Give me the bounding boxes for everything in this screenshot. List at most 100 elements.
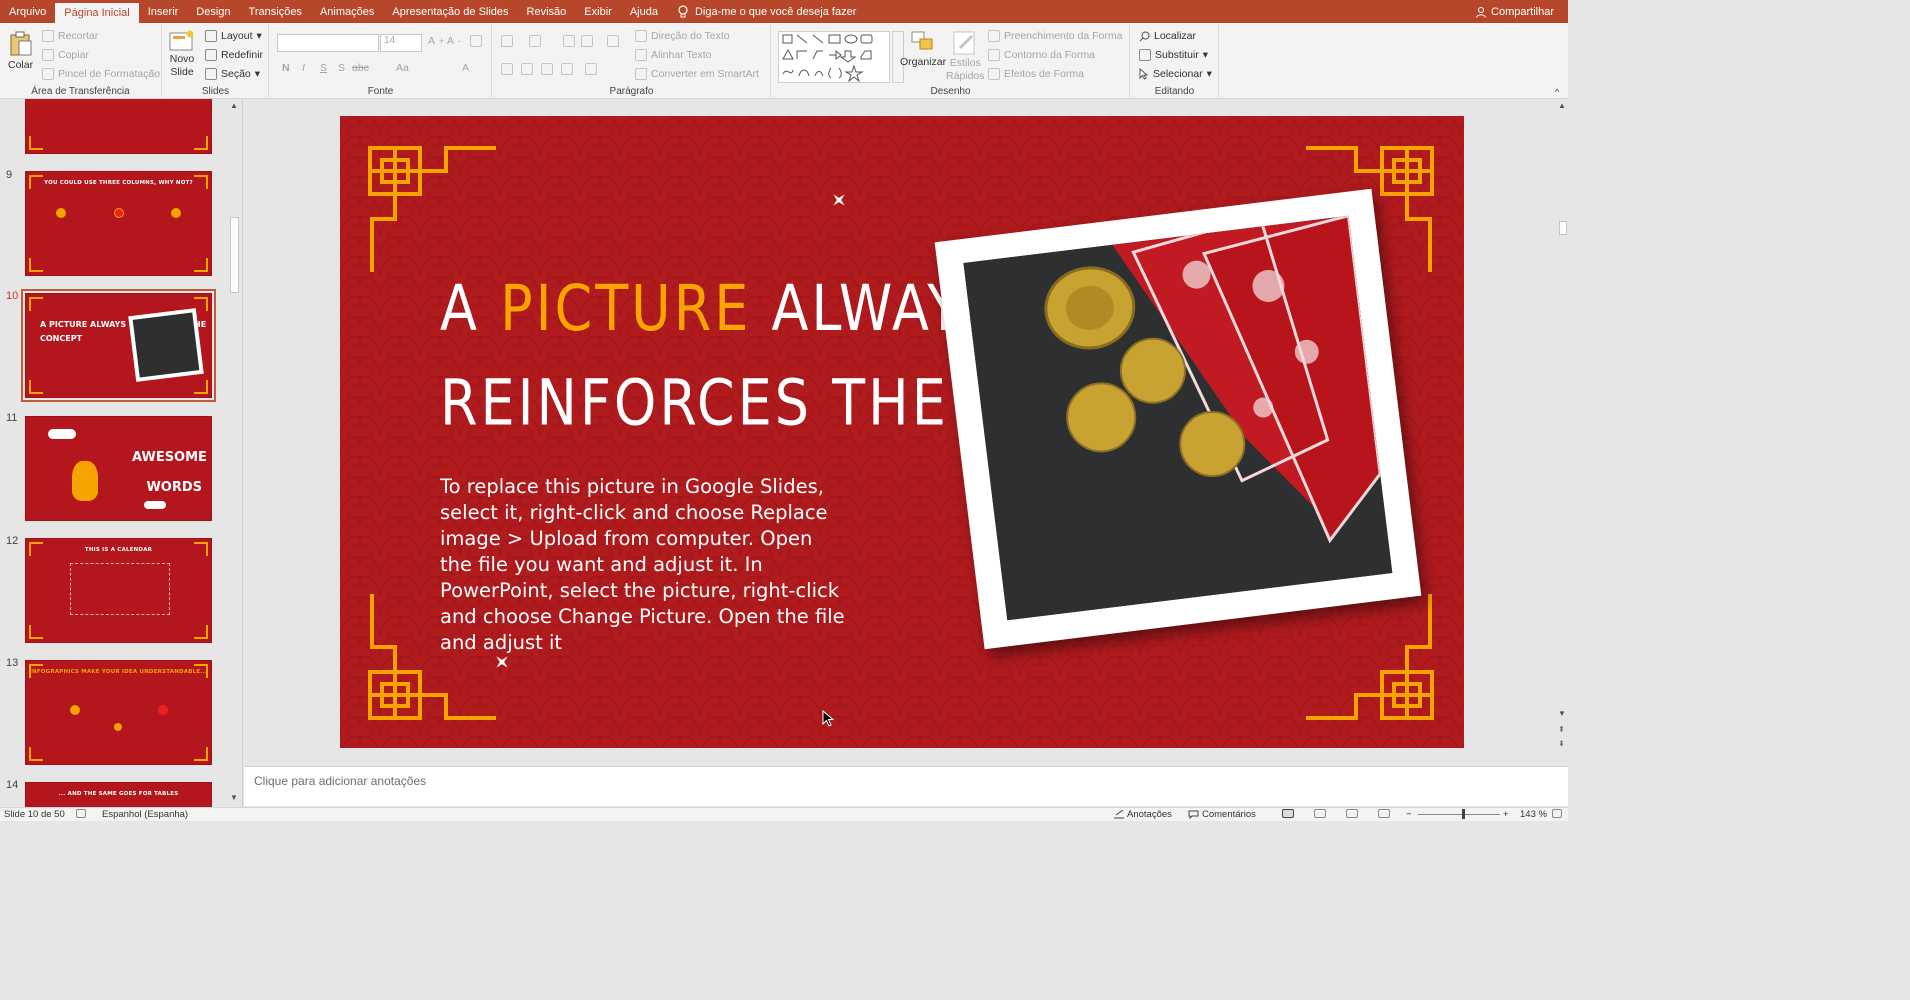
reading-view-button[interactable]	[1346, 809, 1358, 818]
columns-button[interactable]	[585, 63, 597, 75]
zoom-out-button[interactable]: −	[1406, 809, 1412, 820]
italic-button[interactable]: I	[302, 62, 305, 74]
fit-slide-button[interactable]	[1552, 809, 1562, 818]
numbering-button[interactable]	[529, 35, 541, 47]
align-left-button[interactable]	[501, 63, 513, 75]
zoom-slider[interactable]	[1418, 814, 1500, 815]
previous-slide-button[interactable]: ⇞	[1558, 725, 1565, 734]
align-right-button[interactable]	[541, 63, 553, 75]
tab-review[interactable]: Revisão	[518, 0, 576, 23]
bold-button[interactable]: N	[282, 62, 290, 74]
shrink-font-button[interactable]: A-	[447, 35, 461, 47]
select-button[interactable]: Selecionar ▾	[1139, 68, 1212, 80]
slide-sorter-button[interactable]	[1314, 809, 1326, 818]
increase-indent-button[interactable]	[581, 35, 593, 47]
font-size-combo[interactable]: 14	[380, 34, 422, 52]
tab-help[interactable]: Ajuda	[621, 0, 667, 23]
tab-home[interactable]: Página Inicial	[55, 1, 139, 23]
spellcheck-icon[interactable]	[76, 809, 86, 818]
slide-thumbnail-11[interactable]: AWESOME WORDS	[25, 416, 212, 521]
decrease-indent-button[interactable]	[563, 35, 575, 47]
bullets-button[interactable]	[501, 35, 513, 47]
zoom-in-button[interactable]: +	[1503, 809, 1509, 820]
tab-file[interactable]: Arquivo	[0, 0, 55, 23]
ornament-corner	[194, 664, 208, 678]
slide-thumbnail-14[interactable]: ... AND THE SAME GOES FOR TABLES	[25, 782, 212, 807]
shapes-gallery[interactable]	[778, 31, 890, 83]
notes-pane[interactable]: Clique para adicionar anotações	[244, 766, 1568, 806]
justify-button[interactable]	[561, 63, 573, 75]
tab-slideshow[interactable]: Apresentação de Slides	[383, 0, 517, 23]
section-label: Seção	[221, 68, 251, 80]
slide-thumbnail-10[interactable]: A PICTURE ALWAYS REINFORCES THE CONCEPT	[21, 289, 216, 402]
mouse-cursor-icon	[822, 710, 834, 727]
paste-button[interactable]: Colar	[8, 31, 33, 71]
text-direction-button[interactable]: Direção do Texto	[635, 30, 730, 42]
cut-button[interactable]: Recortar	[42, 30, 98, 42]
slide-thumbnail-8[interactable]	[25, 99, 212, 154]
slide-thumbnail-9[interactable]: YOU COULD USE THREE COLUMNS, WHY NOT?	[25, 171, 212, 276]
zoom-slider-thumb[interactable]	[1462, 809, 1465, 819]
smartart-button[interactable]: Converter em SmartArt	[635, 68, 759, 80]
shape-effects-button[interactable]: Efeitos de Forma	[988, 68, 1084, 80]
zoom-level[interactable]: 143 %	[1520, 809, 1547, 820]
tab-view[interactable]: Exibir	[575, 0, 621, 23]
arrange-icon	[911, 31, 933, 50]
share-button[interactable]: Compartilhar	[1475, 0, 1568, 23]
tab-design[interactable]: Design	[187, 0, 239, 23]
scroll-down-arrow[interactable]: ▼	[230, 793, 238, 802]
align-text-button[interactable]: Alinhar Texto	[635, 49, 712, 61]
strikethrough-button[interactable]: abc	[352, 62, 369, 74]
notes-toggle-button[interactable]: Anotações	[1114, 809, 1172, 820]
reset-icon	[205, 49, 217, 61]
next-slide-button[interactable]: ⇟	[1558, 739, 1565, 748]
copy-button[interactable]: Copiar	[42, 49, 89, 61]
font-family-combo[interactable]	[277, 34, 379, 52]
comments-button[interactable]: Comentários	[1188, 809, 1256, 820]
layout-button[interactable]: Layout ▾	[205, 30, 262, 42]
quick-styles-button[interactable]: Estilos Rápidos	[946, 30, 985, 82]
underline-button[interactable]: S	[320, 62, 327, 74]
scrollbar-thumb[interactable]	[230, 217, 239, 293]
slide-thumbnail-12[interactable]: THIS IS A CALENDAR	[25, 538, 212, 643]
replace-button[interactable]: Substituir ▾	[1139, 49, 1208, 61]
slide-scrollbar[interactable]: ▲ ▼ ⇞ ⇟	[1557, 99, 1568, 765]
line-spacing-button[interactable]	[607, 35, 619, 47]
slideshow-button[interactable]	[1378, 809, 1390, 818]
corner-ornament-bottom-right	[1306, 594, 1434, 720]
tab-animations[interactable]: Animações	[311, 0, 383, 23]
section-button[interactable]: Seção ▾	[205, 68, 260, 80]
normal-view-button[interactable]	[1282, 809, 1294, 818]
scroll-up-arrow[interactable]: ▲	[230, 101, 238, 110]
quick-styles-icon	[953, 31, 975, 55]
slide-canvas[interactable]: A PICTURE ALWAYS REINFORCES THE CONCEPT …	[340, 116, 1464, 748]
ornament-corner	[194, 175, 208, 189]
grow-font-button[interactable]: A +	[428, 35, 444, 47]
font-color-button[interactable]: A	[462, 62, 469, 74]
picture-frame[interactable]	[934, 188, 1422, 650]
tab-insert[interactable]: Inserir	[139, 0, 188, 23]
reset-button[interactable]: Redefinir	[205, 49, 263, 61]
arrange-button[interactable]: Organizar	[900, 30, 946, 68]
align-center-button[interactable]	[521, 63, 533, 75]
scrollbar-thumb[interactable]	[1559, 221, 1567, 235]
shape-outline-button[interactable]: Contorno da Forma	[988, 49, 1095, 61]
format-painter-button[interactable]: Pincel de Formatação	[42, 68, 160, 80]
slide-thumbnail-pane: 9 YOU COULD USE THREE COLUMNS, WHY NOT? …	[0, 99, 243, 807]
tell-me-box[interactable]: Diga-me o que você deseja fazer	[667, 0, 856, 23]
thumbnail-scrollbar[interactable]: ▲ ▼	[228, 99, 241, 807]
change-case-button[interactable]: Aa	[396, 62, 409, 74]
slide-body-text[interactable]: To replace this picture in Google Slides…	[440, 474, 850, 656]
tab-transitions[interactable]: Transições	[240, 0, 311, 23]
collapse-ribbon-button[interactable]: ^	[1555, 87, 1559, 97]
scroll-down-arrow[interactable]: ▼	[1558, 709, 1566, 718]
clear-format-button[interactable]	[470, 35, 482, 47]
slide-thumbnail-13[interactable]: INFOGRAPHICS MAKE YOUR IDEA UNDERSTANDAB…	[25, 660, 212, 765]
thumbnail-title: THIS IS A CALENDAR	[84, 547, 153, 553]
shadow-button[interactable]: S	[338, 62, 345, 74]
scroll-up-arrow[interactable]: ▲	[1558, 101, 1566, 110]
find-button[interactable]: Localizar	[1139, 30, 1196, 42]
shape-fill-button[interactable]: Preenchimento da Forma	[988, 30, 1122, 42]
new-slide-button[interactable]: Novo Slide	[169, 30, 195, 78]
language-indicator[interactable]: Espanhol (Espanha)	[102, 809, 188, 820]
